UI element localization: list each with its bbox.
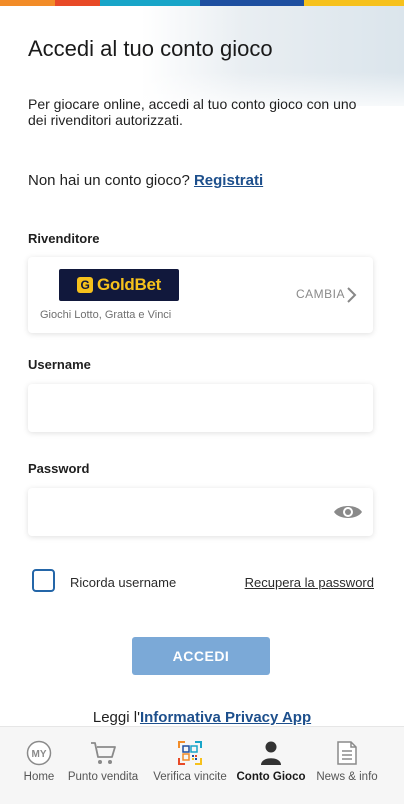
nav-item-verifica-vincite[interactable]: Verifica vincite (150, 727, 230, 804)
goldbet-logo: G GoldBet (59, 269, 179, 301)
user-icon (257, 739, 285, 767)
password-input[interactable] (28, 488, 373, 536)
register-prompt-text: Non hai un conto gioco? (28, 172, 190, 189)
nav-item-home[interactable]: MY Home (17, 727, 61, 804)
nav-label-news: News & info (316, 771, 378, 783)
username-label: Username (28, 357, 91, 372)
cart-icon (89, 739, 117, 767)
remember-row: Ricorda username Recupera la password (32, 569, 374, 595)
nav-label-home: Home (23, 771, 55, 783)
username-input[interactable] (28, 384, 373, 432)
qr-code-icon (176, 739, 204, 767)
nav-label-punto-vendita: Punto vendita (67, 771, 139, 783)
reseller-selector[interactable]: G GoldBet Giochi Lotto, Gratta e Vinci CA… (28, 257, 373, 333)
register-link[interactable]: Registrati (194, 172, 263, 189)
bottom-navigation: MY Home Punto vendita Verifica vincite C… (0, 726, 404, 804)
news-icon (333, 739, 361, 767)
chevron-right-icon[interactable] (343, 286, 361, 304)
nav-item-punto-vendita[interactable]: Punto vendita (65, 727, 141, 804)
goldbet-mark-icon: G (76, 277, 93, 293)
nav-item-news[interactable]: News & info (314, 727, 380, 804)
change-reseller-label[interactable]: CAMBIA (296, 287, 345, 301)
page-title: Accedi al tuo conto gioco (28, 36, 273, 61)
reseller-label: Rivenditore (28, 231, 100, 246)
nav-label-verifica-vincite: Verifica vincite (153, 771, 227, 783)
svg-text:MY: MY (32, 749, 47, 760)
remember-username-checkbox[interactable] (32, 569, 55, 592)
privacy-notice: Leggi l'Informativa Privacy App (0, 709, 404, 726)
password-label: Password (28, 461, 90, 476)
login-button[interactable]: ACCEDI (132, 637, 270, 675)
recover-password-link[interactable]: Recupera la password (245, 575, 374, 590)
register-prompt: Non hai un conto gioco? Registrati (28, 172, 263, 189)
intro-text: Per giocare online, accedi al tuo conto … (28, 96, 357, 128)
privacy-link[interactable]: Informativa Privacy App (140, 709, 311, 726)
goldbet-logo-text: GoldBet (96, 275, 161, 294)
show-password-eye-icon[interactable] (333, 502, 363, 522)
nav-item-conto-gioco[interactable]: Conto Gioco (236, 727, 306, 804)
my-home-icon: MY (25, 739, 53, 767)
remember-username-label[interactable]: Ricorda username (70, 575, 176, 590)
nav-label-conto-gioco: Conto Gioco (236, 771, 306, 783)
privacy-prefix: Leggi l' (92, 709, 140, 726)
reseller-subtitle: Giochi Lotto, Gratta e Vinci (40, 309, 172, 321)
